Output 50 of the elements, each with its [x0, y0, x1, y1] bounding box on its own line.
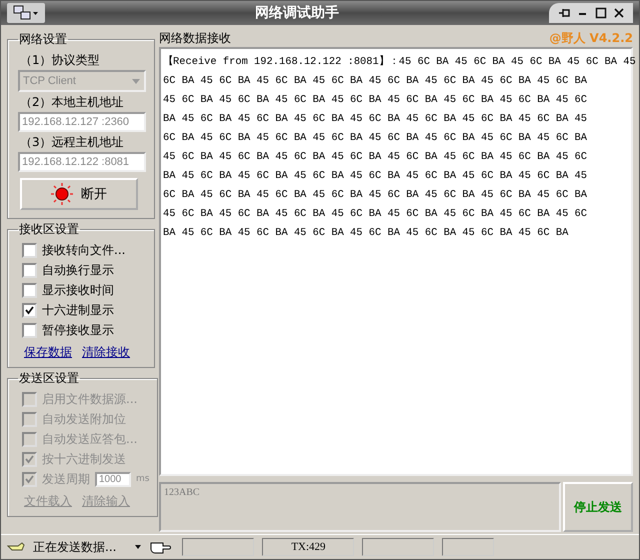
- field-label: （1）协议类型: [20, 52, 101, 69]
- received-data-line: 45 6C BA 45 6C BA 45 6C BA 45 6C BA 45 6C BA 45 6C BA 45 6C BA 45 6C: [163, 207, 588, 222]
- received-data-line: BA 45 6C BA 45 6C BA 45 6C BA 45 6C BA 45 6C BA 45 6C BA 45 6C BA: [163, 226, 568, 241]
- received-data-line: 6C BA 45 6C BA 45 6C BA 45 6C BA 45 6C BA 45 6C BA 45 6C BA 45 6C BA: [163, 74, 588, 89]
- panel-title: 网络数据接收: [159, 30, 231, 47]
- send-input-field[interactable]: 123ABC: [159, 482, 561, 532]
- received-data-line: 6C BA 45 6C BA 45 6C BA 45 6C BA 45 6C BA 45 6C BA 45 6C BA 45 6C BA: [163, 131, 588, 146]
- received-data-line: 6C BA 45 6C BA 45 6C BA 45 6C BA 45 6C BA 45 6C BA 45 6C BA 45 6C BA: [163, 188, 588, 203]
- stop-send-button[interactable]: 停止发送: [563, 482, 633, 532]
- check-icon: [25, 474, 34, 484]
- unit-label: ms: [136, 474, 150, 484]
- status-message: 正在发送数据...: [33, 538, 116, 556]
- checkbox-label[interactable]: 暂停接收显示: [42, 322, 114, 338]
- received-data-line: 45 6C BA 45 6C BA 45 6C BA 45 6C BA 45 6C BA 45 6C BA 45 6C BA 45 6C: [163, 93, 588, 108]
- version-label: @野人 V4.2.2: [549, 30, 633, 47]
- maximize-icon[interactable]: [595, 6, 607, 20]
- link[interactable]: 清除接收: [82, 344, 130, 361]
- group-title: 发送区设置: [18, 370, 80, 387]
- link[interactable]: 保存数据: [24, 344, 72, 361]
- field-label: （2）本地主机地址: [20, 94, 125, 111]
- indicator-light-icon: [51, 183, 73, 205]
- group-title: 网络设置: [18, 31, 68, 48]
- checkbox-label[interactable]: 十六进制显示: [42, 302, 114, 318]
- checkbox-label[interactable]: 接收转向文件...: [42, 242, 126, 258]
- check-icon: [25, 306, 34, 314]
- receive-text-area[interactable]: [159, 47, 633, 476]
- checkbox-label[interactable]: 自动换行显示: [42, 262, 114, 278]
- checkbox[interactable]: [22, 322, 37, 338]
- received-data-line: BA 45 6C BA 45 6C BA 45 6C BA 45 6C BA 45 6C BA 45 6C BA 45 6C BA 45: [163, 112, 588, 127]
- checkbox[interactable]: [22, 262, 37, 278]
- remote-address-field[interactable]: 192.168.12.122 :8081: [18, 152, 146, 172]
- tx-counter: TX:429: [262, 538, 354, 556]
- received-data-line: BA 45 6C BA 45 6C BA 45 6C BA 45 6C BA 45 6C BA 45 6C BA 45 6C BA 45: [163, 169, 588, 184]
- close-icon[interactable]: [613, 6, 625, 20]
- disconnect-button[interactable]: 断开: [20, 178, 138, 210]
- checkbox[interactable]: [22, 282, 37, 298]
- caret-icon[interactable]: [134, 544, 142, 550]
- received-data-line: 45 6C BA 45 6C BA 45 6C BA 45 6C BA 45 6C BA 45 6C BA 45 6C BA 45 6C: [163, 150, 588, 165]
- window-title: 网络调试助手: [254, 4, 340, 22]
- checkbox[interactable]: [22, 302, 37, 318]
- local-address-field[interactable]: 192.168.12.127 :2360: [18, 112, 146, 132]
- pin-icon[interactable]: [557, 6, 571, 20]
- group-title: 接收区设置: [18, 221, 80, 238]
- checkbox[interactable]: [22, 242, 37, 258]
- check-icon: [25, 454, 34, 464]
- computer-icon[interactable]: [7, 3, 45, 23]
- checkbox-label[interactable]: 显示接收时间: [42, 282, 114, 298]
- received-data-line: 【Receive from 192.168.12.122 :8081】：45 6C BA 45 6C BA 45 6C BA 45 6C BA 45: [163, 54, 636, 70]
- field-label: （3）远程主机地址: [20, 134, 125, 151]
- status-pane: [442, 538, 494, 556]
